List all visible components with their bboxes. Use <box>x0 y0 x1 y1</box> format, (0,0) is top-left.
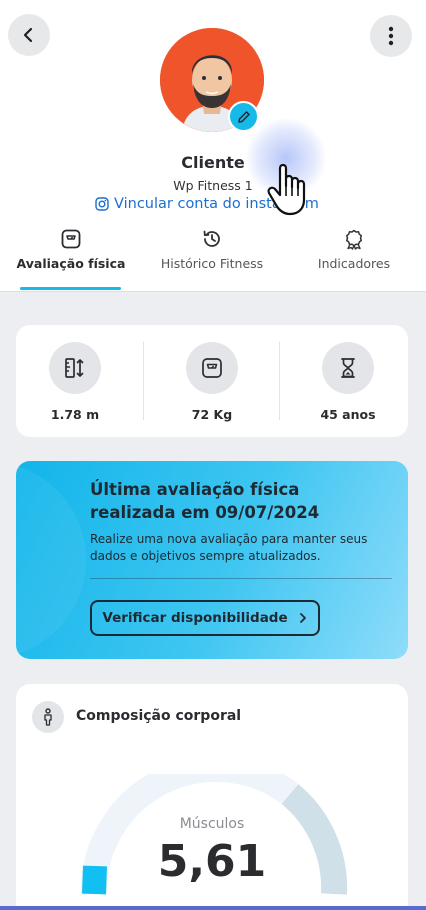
stat-value: 72 Kg <box>191 407 233 422</box>
edit-avatar-button[interactable] <box>228 101 259 132</box>
hourglass-icon <box>322 342 374 394</box>
divider <box>279 342 280 420</box>
banner-description: Realize uma nova avaliação para manter s… <box>90 532 368 563</box>
tab-label: Indicadores <box>317 256 391 271</box>
height-ruler-icon <box>49 342 101 394</box>
stat-value: 1.78 m <box>50 407 100 422</box>
gauge-label: Músculos <box>179 816 245 832</box>
hand-pointer-icon <box>267 163 306 216</box>
gym-name: Wp Fitness 1 <box>173 178 253 193</box>
back-button[interactable] <box>8 14 50 56</box>
more-vertical-icon <box>388 26 394 46</box>
body-stats-card: 1.78 m 72 Kg 45 anos <box>16 325 408 437</box>
button-label: Verificar disponibilidade <box>102 610 288 626</box>
stat-value: 45 anos <box>320 407 376 422</box>
gauge-value: 5,61 <box>157 836 267 887</box>
tab-label: Histórico Fitness <box>160 256 264 271</box>
more-options-button[interactable] <box>370 15 412 57</box>
scale-icon <box>61 229 81 249</box>
last-evaluation-banner: Última avaliação física realizada em 09/… <box>16 461 408 659</box>
stat-height: 1.78 m <box>25 342 125 422</box>
weight-scale-icon <box>186 342 238 394</box>
instagram-icon <box>95 197 109 211</box>
active-tab-indicator <box>20 287 121 290</box>
stat-weight: 72 Kg <box>162 342 262 422</box>
tab-avaliacao-fisica[interactable]: Avaliação física <box>16 228 126 290</box>
stat-age: 45 anos <box>298 342 398 422</box>
card-title: Composição corporal <box>76 708 242 724</box>
avatar-container <box>160 28 264 132</box>
chevron-left-icon <box>23 27 33 43</box>
award-icon <box>345 229 363 250</box>
banner-title: Última avaliação física realizada em 09/… <box>90 480 320 522</box>
body-composition-card: Composição corporal Músculos 5,61 <box>16 684 408 910</box>
decorative-arc <box>16 461 86 659</box>
history-icon <box>203 230 220 247</box>
tab-indicadores[interactable]: Indicadores <box>310 228 398 290</box>
tab-label: Avaliação física <box>16 256 126 271</box>
profile-header: Cliente Wp Fitness 1 Vincular conta do i… <box>0 0 426 292</box>
tab-bar: Avaliação física Histórico Fitness Indic… <box>0 228 426 292</box>
pencil-icon <box>237 110 250 123</box>
bottom-edge <box>0 906 426 910</box>
divider <box>143 342 144 420</box>
profile-name: Cliente <box>181 153 245 172</box>
person-icon <box>32 701 64 733</box>
chevron-right-icon <box>299 613 306 623</box>
divider <box>90 578 392 579</box>
tab-historico-fitness[interactable]: Histórico Fitness <box>160 228 264 290</box>
check-availability-button[interactable]: Verificar disponibilidade <box>90 600 320 636</box>
